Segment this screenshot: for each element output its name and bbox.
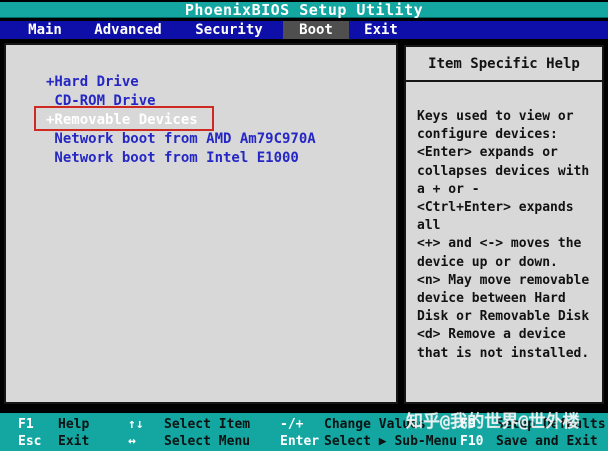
key-esc: Esc [18,434,42,449]
boot-item-network-intel[interactable]: Network boot from Intel E1000 [46,149,396,168]
help-panel: Item Specific Help Keys used to view or … [404,45,604,404]
boot-order-panel: +Hard Drive CD-ROM Drive +Removable Devi… [4,43,398,404]
label-select-item: Select Item [164,417,251,432]
label-exit: Exit [58,434,90,449]
key-f10: F10 [460,434,484,449]
bios-screen: { "title_bar": { "title": "PhoenixBIOS S… [0,0,608,451]
boot-item-cdrom-drive[interactable]: CD-ROM Drive [46,92,396,111]
help-panel-text: Keys used to view or configure devices: … [417,109,590,361]
label-select-menu: Select Menu [164,434,251,449]
label-select-submenu: Select ▶ Sub-Menu [324,434,458,449]
key-hint-bar: F1 Help ↑↓ Select Item -/+ Change Values… [0,413,608,451]
tab-security[interactable]: Security [189,21,269,39]
label-setup-defaults: Setup Defaults [496,417,606,432]
key-leftright-arrows: ↔ [128,434,136,449]
key-minus-plus: -/+ [280,417,304,432]
key-f9: F9 [460,417,476,432]
label-change-values: Change Values [324,417,426,432]
key-hint-row-1: F1 Help ↑↓ Select Item -/+ Change Values… [0,416,608,433]
tab-boot[interactable]: Boot [283,21,349,39]
key-updown-arrows: ↑↓ [128,417,144,432]
key-f1: F1 [18,417,34,432]
key-enter: Enter [280,434,320,449]
help-panel-title: Item Specific Help [406,47,602,82]
boot-item-removable-devices[interactable]: +Removable Devices [46,111,396,130]
tab-exit[interactable]: Exit [351,21,411,39]
boot-item-network-amd[interactable]: Network boot from AMD Am79C970A [46,130,396,149]
label-help: Help [58,417,90,432]
menu-bar: Main Advanced Security Boot Exit [0,21,608,39]
page-title: PhoenixBIOS Setup Utility [0,2,608,18]
label-save-and-exit: Save and Exit [496,434,598,449]
boot-item-hard-drive[interactable]: +Hard Drive [46,73,396,92]
boot-device-list: +Hard Drive CD-ROM Drive +Removable Devi… [6,45,396,168]
key-hint-row-2: Esc Exit ↔ Select Menu Enter Select ▶ Su… [0,433,608,450]
tab-advanced[interactable]: Advanced [88,21,168,39]
tab-main[interactable]: Main [20,21,70,39]
